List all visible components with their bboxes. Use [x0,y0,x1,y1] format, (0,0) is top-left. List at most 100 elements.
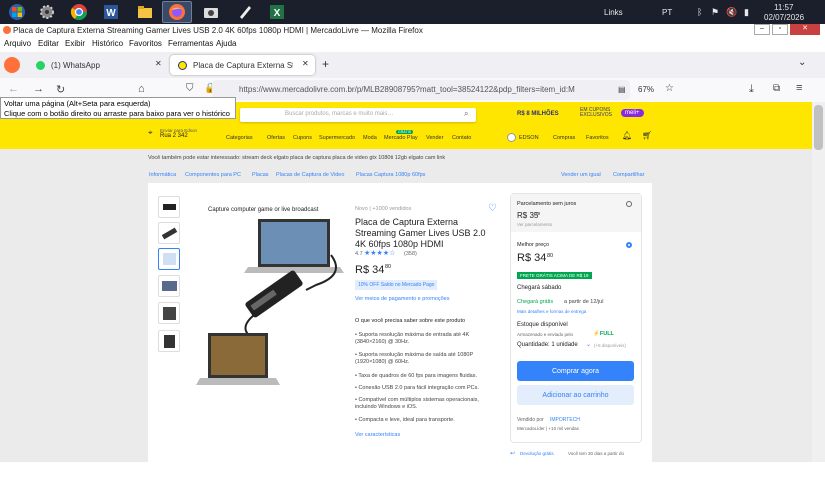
menu-hamburger-icon[interactable]: ≡ [796,82,802,94]
add-to-cart-button[interactable]: Adicionar ao carrinho [517,385,634,405]
breadcrumb-item[interactable]: Placas de Captura de Video [276,172,344,178]
related-searches[interactable]: Você também pode estar interessado: stre… [148,155,445,161]
search-icon[interactable]: ⌕ [464,109,468,119]
shipping-details-link[interactable]: Mais detalhes e formas de entrega [517,309,586,314]
promo-text[interactable]: EM CUPONS EXCLUSIVOS [580,108,620,118]
quantity-selector[interactable]: Quantidade: 1 unidade [517,342,578,348]
bookmark-star-icon[interactable]: ☆ [665,83,674,94]
thumbnail-2[interactable] [158,222,180,244]
nav-cupons[interactable]: Cupons [293,135,312,141]
promo-amount[interactable]: R$ 8 MILHÕES [517,111,559,117]
share-link[interactable]: Compartilhar [613,172,644,178]
maximize-button[interactable]: ▫ [772,24,788,35]
reader-view-icon[interactable]: ▤ [618,85,626,94]
search-input[interactable]: Buscar produtos, marcas e muito mais… ⌕ [240,108,476,122]
breadcrumb-item[interactable]: Informática [149,172,176,178]
close-button[interactable]: ✕ [790,24,820,35]
camera-app-icon[interactable] [196,1,226,23]
tab-whatsapp[interactable]: (1) WhatsApp ✕ [28,55,163,75]
chevron-down-icon[interactable]: ⌄ [586,341,591,348]
rating-stars[interactable]: ★★★★☆ [364,249,395,257]
firefox-icon[interactable] [162,1,192,23]
bluetooth-icon[interactable]: ᛒ [697,7,702,17]
nav-vender[interactable]: Vender [426,135,443,141]
meli-plus-badge[interactable]: meli+ [621,109,644,117]
firefox-view-icon[interactable] [4,57,20,73]
product-image[interactable] [196,215,346,400]
installment-note[interactable]: Ver parcelamento [517,222,552,227]
breadcrumb-item[interactable]: Placas [252,172,269,178]
downloads-icon[interactable]: ⤓ [749,83,754,96]
scrollbar-thumb[interactable] [814,105,823,150]
clock-date[interactable]: 02/07/2026 [764,13,804,22]
close-tab-icon[interactable]: ✕ [302,59,309,68]
review-count[interactable]: (358) [404,251,417,257]
url-text[interactable]: https://www.mercadolivre.com.br/p/MLB289… [239,85,597,94]
best-price-radio[interactable] [626,242,632,248]
thumbnail-3[interactable] [158,248,180,270]
buy-now-button[interactable]: Comprar agora [517,361,634,381]
menu-exibir[interactable]: Exibir [65,39,85,48]
start-button-icon[interactable] [2,1,32,23]
close-tab-icon[interactable]: ✕ [155,59,162,68]
new-tab-icon[interactable]: + [322,57,329,71]
chrome-icon[interactable] [64,1,94,23]
tracking-protection-icon[interactable]: ⛉ [186,83,194,94]
extensions-icon[interactable]: ⧉ [773,83,780,94]
tab-list-icon[interactable]: ⌄ [798,57,806,68]
url-bar[interactable]: https://www.mercadolivre.com.br/p/MLB289… [212,80,674,100]
location-pin-icon[interactable]: ⌖ [148,128,153,138]
favorite-heart-icon[interactable]: ♡ [488,203,497,214]
file-explorer-icon[interactable] [130,1,160,23]
notifications-bell-icon[interactable]: 🔔︎ [622,131,632,140]
links-toolbar[interactable]: Links [604,8,623,17]
volume-icon[interactable]: 🔇 [726,7,737,18]
menu-historico[interactable]: Histórico [92,39,123,48]
sell-similar-link[interactable]: Vender um igual [561,172,601,178]
pen-app-icon[interactable] [230,1,260,23]
breadcrumb-item[interactable]: Componentes para PC [185,172,241,178]
nav-mercado-play[interactable]: Mercado Play [384,135,418,141]
page-scrollbar[interactable] [812,102,825,462]
see-characteristics-link[interactable]: Ver características [355,432,400,438]
nav-contato[interactable]: Contato [452,135,471,141]
thumbnail-1[interactable] [158,196,180,218]
payment-methods-link[interactable]: Ver meios de pagamento e promoções [355,296,449,302]
menu-editar[interactable]: Editar [38,39,59,48]
reload-icon[interactable]: ↻ [56,83,65,96]
language-indicator[interactable]: PT [662,8,672,17]
thumbnail-5[interactable] [158,302,180,324]
network-icon[interactable]: ▮ [744,7,749,18]
installment-radio[interactable] [626,201,632,207]
thumbnail-6[interactable] [158,330,180,352]
menu-ajuda[interactable]: Ajuda [216,39,236,48]
free-return-link[interactable]: Devolução grátis. [520,451,555,456]
back-arrow-icon[interactable]: ← [8,83,19,95]
clock-time[interactable]: 11:57 [774,3,793,12]
nav-categorias[interactable]: Categorias [226,135,253,141]
menu-favoritos[interactable]: Favoritos [129,39,162,48]
user-name[interactable]: EDSON [519,135,539,141]
breadcrumb-item[interactable]: Placas Captura 1080p 60fps [356,172,425,178]
menu-arquivo[interactable]: Arquivo [4,39,31,48]
nav-ofertas[interactable]: Ofertas [267,135,285,141]
nav-compras[interactable]: Compras [553,135,575,141]
home-icon[interactable]: ⌂ [138,83,145,95]
cart-icon[interactable]: 🛒︎ [642,131,652,140]
nav-favoritos[interactable]: Favoritos [586,135,609,141]
flag-icon[interactable]: ⚑ [711,7,719,18]
word-icon[interactable]: W [96,1,126,23]
thumbnail-4[interactable] [158,275,180,297]
minimize-button[interactable]: – [754,24,770,35]
location-line-2[interactable]: Rua 2 342 [160,133,188,139]
menu-ferramentas[interactable]: Ferramentas [168,39,213,48]
excel-icon[interactable]: X [262,1,292,23]
nav-supermercado[interactable]: Supermercado [319,135,355,141]
avatar[interactable] [507,133,516,142]
tab-mercadolivre[interactable]: Placa de Captura Externa Strea ✕ [170,55,315,75]
seller-name[interactable]: IMPORTECH [550,417,580,423]
zoom-level[interactable]: 67% [638,85,654,94]
nav-moda[interactable]: Moda [363,135,377,141]
settings-app-icon[interactable] [32,1,62,23]
forward-arrow-icon[interactable]: → [33,83,44,95]
